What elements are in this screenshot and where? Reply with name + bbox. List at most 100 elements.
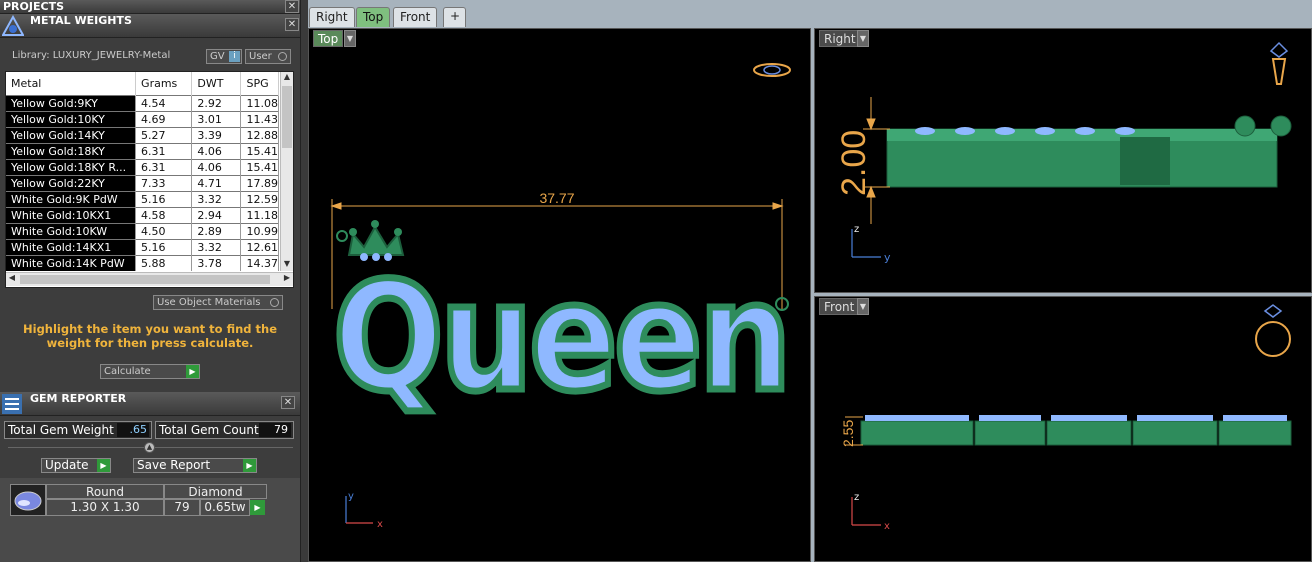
viewport-area: Right Top Front + Top ▼ 37.77 Queen y x …	[308, 0, 1312, 562]
axis-y-label: y	[884, 251, 891, 264]
table-vscrollbar[interactable]: ▲ ▼	[280, 72, 293, 271]
table-row[interactable]: White Gold:14K PdW 5.88 3.78 14.37	[6, 254, 279, 271]
play-icon: ▶	[243, 459, 256, 472]
play-icon: ▶	[97, 459, 110, 472]
total-gem-weight-value: .65	[117, 423, 149, 437]
table-cell: White Gold:14K PdW	[6, 254, 137, 271]
top-view[interactable]: Top ▼ 37.77 Queen y x	[308, 28, 811, 562]
table-row[interactable]: Yellow Gold:18KY R... 6.31 4.06 15.41	[6, 158, 279, 175]
left-panel: PROJECTS ✕ METAL WEIGHTS ✕ Library: LUXU…	[0, 0, 301, 562]
table-cell: Yellow Gold:18KY R...	[6, 158, 137, 175]
collapse-handle-icon[interactable]: ▲	[144, 442, 155, 453]
table-cell: 2.94	[191, 206, 242, 223]
ring-side-preview-icon	[1269, 41, 1289, 85]
table-cell: 14.37	[240, 254, 279, 271]
gem-reporter-close-button[interactable]: ✕	[281, 396, 295, 409]
table-cell: Yellow Gold:9KY	[6, 94, 137, 111]
table-row[interactable]: White Gold:14KX1 5.16 3.32 12.61	[6, 238, 279, 255]
table-row[interactable]: Yellow Gold:18KY 6.31 4.06 15.41	[6, 142, 279, 159]
table-cell: Yellow Gold:22KY	[6, 174, 137, 191]
table-cell: 12.61	[240, 238, 279, 255]
tab-right[interactable]: Right	[309, 7, 355, 27]
gem-weight: 0.65tw	[200, 499, 250, 516]
scroll-thumb[interactable]	[282, 86, 292, 148]
top-view-canvas: 37.77 Queen y x	[330, 63, 796, 530]
scroll-left-icon[interactable]: ◀	[6, 273, 18, 282]
save-report-button[interactable]: Save Report ▶	[133, 458, 257, 473]
table-row[interactable]: White Gold:10KW 4.50 2.89 10.99	[6, 222, 279, 239]
table-cell: 5.88	[135, 254, 193, 271]
front-view[interactable]: Front ▼ 2.55 z x	[814, 296, 1312, 562]
gv-toggle[interactable]: GV i	[206, 49, 242, 64]
table-cell: 3.39	[191, 126, 242, 143]
projects-close-button[interactable]: ✕	[285, 0, 299, 13]
table-cell: 6.31	[135, 158, 193, 175]
scroll-right-icon[interactable]: ▶	[281, 273, 293, 282]
gem-reporter-header: GEM REPORTER	[0, 392, 300, 416]
table-row[interactable]: White Gold:10KX1 4.58 2.94 11.18	[6, 206, 279, 223]
user-toggle[interactable]: User	[245, 49, 291, 64]
table-cell: 17.89	[240, 174, 279, 191]
table-cell: White Gold:14KX1	[6, 238, 137, 255]
table-row[interactable]: Yellow Gold:14KY 5.27 3.39 12.88	[6, 126, 279, 143]
ring-preview-icon	[753, 63, 791, 77]
play-icon: ▶	[186, 365, 199, 378]
front-dimension-label: 2.55	[840, 420, 856, 447]
hscroll-thumb[interactable]	[20, 275, 270, 284]
table-row[interactable]: Yellow Gold:9KY 4.54 2.92 11.08	[6, 94, 279, 111]
axis-z-label: z	[854, 224, 859, 235]
table-cell: 11.08	[240, 94, 279, 111]
table-cell: 2.92	[191, 94, 242, 111]
table-cell: 5.16	[135, 238, 193, 255]
info-icon: i	[229, 51, 240, 62]
gem-reporter-title: GEM REPORTER	[30, 392, 127, 405]
metal-weights-header: METAL WEIGHTS	[0, 14, 300, 38]
total-gem-count-label: Total Gem Count	[159, 423, 259, 437]
total-gem-weight-field: Total Gem Weight .65	[4, 421, 152, 439]
gem-shape: Round	[46, 484, 164, 499]
right-view[interactable]: Right ▼ 2.00 z y	[814, 28, 1312, 293]
metal-weights-close-button[interactable]: ✕	[285, 18, 299, 31]
table-cell: 4.58	[135, 206, 193, 223]
user-label: User	[249, 51, 272, 62]
gem-list: Round Diamond 1.30 X 1.30 79 0.65tw ▶	[0, 478, 300, 562]
radio-icon	[270, 298, 279, 307]
use-object-materials-toggle[interactable]: Use Object Materials	[153, 295, 283, 310]
add-tab-button[interactable]: +	[443, 7, 466, 27]
table-cell: 4.71	[191, 174, 242, 191]
update-button[interactable]: Update ▶	[41, 458, 111, 473]
column-header[interactable]: Metal	[6, 72, 137, 95]
tab-top[interactable]: Top	[356, 7, 391, 27]
table-row[interactable]: Yellow Gold:22KY 7.33 4.71 17.89	[6, 174, 279, 191]
library-label: Library: LUXURY_JEWELRY-Metal	[12, 50, 171, 61]
gem-count: 79	[164, 499, 200, 516]
table-cell: 4.06	[191, 142, 242, 159]
axis-z-label: z	[854, 492, 859, 503]
table-cell: 5.16	[135, 190, 193, 207]
right-dimension-label: 2.00	[835, 130, 873, 196]
table-cell: White Gold:10KX1	[6, 206, 137, 223]
scroll-up-icon[interactable]: ▲	[281, 72, 293, 84]
metal-table: Metal Grams DWT SPG Yellow Gold:9KY 4.54 2.92…	[6, 72, 279, 271]
gem-reporter-icon	[2, 394, 22, 414]
table-row[interactable]: White Gold:9K PdW 5.16 3.32 12.59	[6, 190, 279, 207]
gem-select-button[interactable]: ▶	[250, 500, 265, 515]
table-cell: 12.88	[240, 126, 279, 143]
table-cell: White Gold:10KW	[6, 222, 137, 239]
table-cell: 6.31	[135, 142, 193, 159]
calculate-button[interactable]: Calculate ▶	[100, 364, 200, 379]
tab-front[interactable]: Front	[393, 7, 438, 27]
scroll-down-icon[interactable]: ▼	[281, 259, 293, 271]
table-cell: 3.78	[191, 254, 242, 271]
right-view-canvas: 2.00 z y	[835, 41, 1292, 264]
table-cell: 11.43	[240, 110, 279, 127]
column-header[interactable]: SPG	[240, 72, 279, 95]
table-row[interactable]: Yellow Gold:10KY 4.69 3.01 11.43	[6, 110, 279, 127]
table-cell: Yellow Gold:18KY	[6, 142, 137, 159]
queen-text: Queen	[333, 251, 788, 425]
column-header[interactable]: Grams	[135, 72, 193, 95]
table-cell: 7.33	[135, 174, 193, 191]
column-header[interactable]: DWT	[191, 72, 242, 95]
table-hscrollbar[interactable]: ◀ ▶	[6, 272, 293, 286]
axis-x-label: x	[377, 519, 383, 530]
